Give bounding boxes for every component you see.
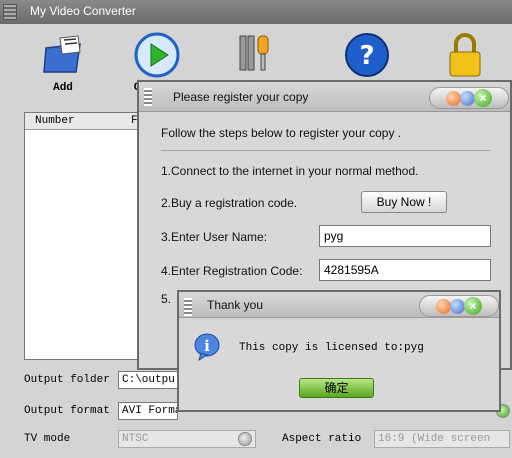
tv-mode-label: TV mode: [24, 433, 71, 445]
output-format-label: Output format: [24, 405, 110, 417]
thank-you-title-bar[interactable]: Thank you ×: [179, 292, 499, 318]
window-controls: ×: [429, 87, 509, 109]
registration-code-input[interactable]: 4281595A: [319, 259, 491, 281]
register-dialog-title-bar[interactable]: Please register your copy ×: [139, 82, 510, 112]
output-folder-field[interactable]: C:\outpu: [118, 371, 178, 389]
thank-you-title: Thank you: [207, 298, 264, 312]
svg-text:i: i: [204, 337, 210, 355]
output-format-select[interactable]: AVI Forma: [118, 402, 178, 420]
divider: [161, 150, 491, 151]
grip-icon: [184, 298, 192, 316]
license-message: This copy is licensed to:pyg: [239, 342, 424, 354]
step-4: 4.Enter Registration Code:: [161, 264, 303, 278]
help-icon: ?: [345, 33, 389, 77]
register-dialog-title: Please register your copy: [173, 90, 309, 104]
tools-icon: [239, 35, 269, 71]
main-title-bar[interactable]: My Video Converter: [0, 0, 512, 24]
tv-mode-dropdown-icon[interactable]: [238, 432, 252, 446]
thank-you-dialog: Thank you × i This copy is licensed to:p…: [177, 290, 501, 412]
add-folder-icon: [43, 35, 81, 73]
close-icon[interactable]: ×: [464, 297, 482, 315]
add-button[interactable]: Add: [28, 32, 98, 98]
maximize-icon[interactable]: [450, 299, 465, 314]
column-number: Number: [35, 115, 75, 127]
lock-icon: [449, 33, 481, 77]
add-label: Add: [53, 82, 73, 94]
convert-play-icon: [134, 32, 180, 78]
maximize-icon[interactable]: [460, 91, 475, 106]
file-list-header: Number F: [25, 113, 155, 130]
app-title: My Video Converter: [30, 4, 136, 18]
file-list[interactable]: Number F: [24, 112, 155, 360]
register-intro: Follow the steps below to register your …: [161, 126, 402, 140]
close-icon[interactable]: ×: [474, 89, 492, 107]
step-3: 3.Enter User Name:: [161, 230, 268, 244]
grip-icon: [144, 88, 152, 106]
minimize-icon[interactable]: [446, 91, 461, 106]
window-controls: ×: [419, 295, 499, 317]
output-folder-label: Output folder: [24, 374, 110, 386]
step-2: 2.Buy a registration code.: [161, 196, 298, 210]
step-1: 1.Connect to the internet in your normal…: [161, 164, 419, 178]
info-icon: i: [194, 333, 220, 362]
tv-mode-select[interactable]: NTSC: [118, 430, 256, 448]
aspect-ratio-select[interactable]: 16:9 (Wide screen: [374, 430, 510, 448]
user-name-input[interactable]: pyg: [319, 225, 491, 247]
buy-now-button[interactable]: Buy Now !: [361, 191, 447, 213]
step-5: 5.: [161, 292, 172, 306]
grip-icon: [3, 4, 17, 20]
ok-button[interactable]: 确定: [299, 378, 374, 398]
aspect-ratio-label: Aspect ratio: [282, 433, 362, 445]
svg-text:?: ?: [359, 41, 374, 71]
minimize-icon[interactable]: [436, 299, 451, 314]
